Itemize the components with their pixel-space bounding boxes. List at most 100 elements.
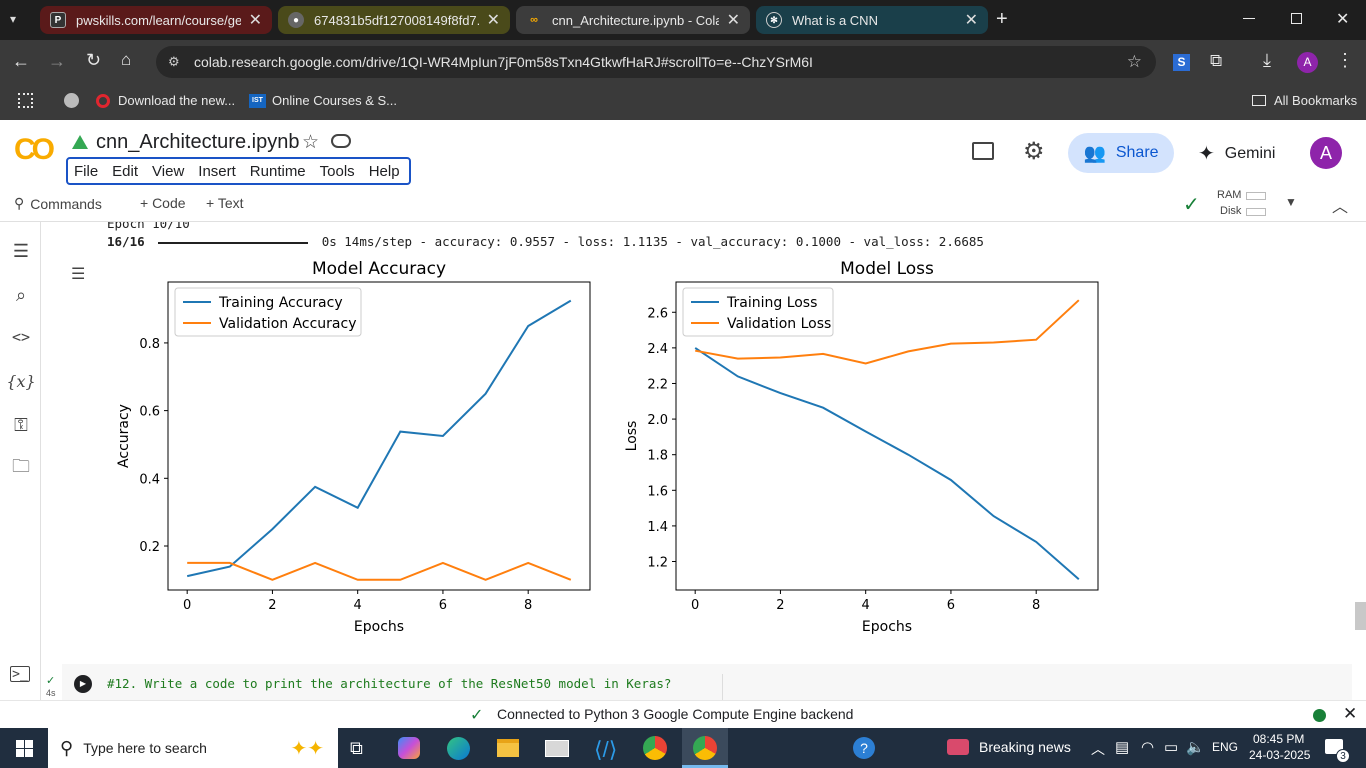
mail-icon[interactable] bbox=[545, 740, 569, 757]
chart-title: Model Loss bbox=[840, 259, 934, 279]
legend-label: Validation Accuracy bbox=[219, 316, 357, 332]
restore-window-icon[interactable] bbox=[1291, 13, 1302, 24]
commands-label: Commands bbox=[30, 195, 102, 212]
share-button[interactable]: 👥 Share bbox=[1068, 133, 1174, 173]
browser-tab-pdf[interactable]: ● 674831b5df127008149f8fd7.pdf ✕ bbox=[278, 6, 510, 34]
variables-icon[interactable]: {x} bbox=[6, 370, 35, 392]
wifi-icon[interactable]: ◠ bbox=[1141, 738, 1154, 756]
openai-favicon: ✻ bbox=[766, 12, 782, 28]
add-code-button[interactable]: + Code bbox=[140, 195, 186, 211]
y-tick-label: 0.6 bbox=[139, 405, 160, 420]
code-snippets-icon[interactable]: <> bbox=[10, 326, 32, 348]
colab-status-bar: ✓ Connected to Python 3 Google Compute E… bbox=[0, 700, 1366, 728]
menu-tools[interactable]: Tools bbox=[320, 163, 355, 180]
file-explorer-icon[interactable] bbox=[497, 739, 519, 757]
resource-monitor[interactable]: RAM Disk bbox=[1216, 188, 1268, 220]
tab-title: What is a CNN bbox=[792, 12, 878, 28]
menu-view[interactable]: View bbox=[152, 163, 184, 180]
extension-s-icon[interactable]: S bbox=[1173, 54, 1190, 71]
close-status-icon[interactable]: ✕ bbox=[1343, 704, 1357, 724]
tab-search-icon[interactable]: ▾ bbox=[10, 12, 26, 28]
colab-command-bar: ⚲ Commands + Code + Text ✓ RAM Disk ▼ ︿ bbox=[0, 186, 1366, 222]
language-indicator[interactable]: ENG bbox=[1212, 740, 1238, 754]
next-code-cell[interactable]: ▶ #12. Write a code to print the archite… bbox=[62, 664, 1352, 700]
table-of-contents-icon[interactable]: ☰ bbox=[10, 240, 32, 262]
menu-help[interactable]: Help bbox=[369, 163, 400, 180]
run-cell-button[interactable]: ▶ bbox=[74, 675, 92, 693]
output-toggle-icon[interactable]: ☰ bbox=[71, 264, 85, 284]
browser-tab-cnn[interactable]: ✻ What is a CNN ✕ bbox=[756, 6, 988, 34]
new-tab-icon[interactable]: + bbox=[996, 8, 1016, 30]
close-window-icon[interactable]: ✕ bbox=[1336, 9, 1349, 29]
find-replace-icon[interactable]: ⌕ bbox=[10, 284, 32, 306]
download-icon[interactable]: ⤓ bbox=[1263, 50, 1271, 71]
browser-tab-colab[interactable]: ∞ cnn_Architecture.ipynb - Colab ✕ bbox=[516, 6, 750, 34]
taskbar-search-box[interactable]: ⚲ Type here to search ✦✦ bbox=[48, 728, 338, 768]
help-icon[interactable]: ? bbox=[853, 737, 875, 759]
tab-close-icon[interactable]: ✕ bbox=[965, 10, 978, 30]
chrome-active-icon[interactable] bbox=[682, 728, 728, 768]
star-notebook-icon[interactable]: ☆ bbox=[302, 131, 319, 154]
bookmarks-bar: Download the new... IST Online Courses &… bbox=[0, 84, 1366, 120]
minimize-window-icon[interactable] bbox=[1243, 18, 1255, 19]
clock-date[interactable]: 24-03-2025 bbox=[1249, 748, 1310, 762]
colab-logo[interactable]: CO bbox=[14, 133, 55, 167]
copilot-icon[interactable] bbox=[398, 737, 420, 759]
all-bookmarks[interactable]: All Bookmarks bbox=[1252, 93, 1357, 108]
epoch-line: Epoch 10/10 bbox=[107, 222, 190, 231]
bookmark-online-courses[interactable]: IST Online Courses & S... bbox=[249, 93, 397, 108]
search-icon: ⚲ bbox=[60, 737, 74, 758]
menu-runtime[interactable]: Runtime bbox=[250, 163, 306, 180]
collapse-header-icon[interactable]: ︿ bbox=[1332, 193, 1348, 217]
scrollbar-thumb[interactable] bbox=[1355, 602, 1366, 630]
runtime-dropdown-icon[interactable]: ▼ bbox=[1285, 195, 1297, 209]
windows-start-icon[interactable] bbox=[16, 740, 33, 757]
clock-time[interactable]: 08:45 PM bbox=[1253, 732, 1304, 746]
people-icon: 👥 bbox=[1083, 142, 1106, 163]
comments-icon[interactable] bbox=[972, 142, 994, 160]
address-bar[interactable]: ⚙ colab.research.google.com/drive/1QI-WR… bbox=[156, 46, 1156, 78]
extensions-puzzle-icon[interactable]: ⧉ bbox=[1210, 51, 1222, 71]
tray-network-icon[interactable]: ▤ bbox=[1115, 738, 1129, 756]
tab-close-icon[interactable]: ✕ bbox=[487, 10, 500, 30]
back-icon[interactable]: ← bbox=[12, 51, 30, 72]
gemini-button[interactable]: ✦ Gemini bbox=[1198, 141, 1275, 166]
menu-insert[interactable]: Insert bbox=[198, 163, 236, 180]
tab-close-icon[interactable]: ✕ bbox=[249, 10, 262, 30]
menu-edit[interactable]: Edit bbox=[112, 163, 138, 180]
globe-bookmark-icon[interactable] bbox=[64, 93, 79, 108]
menu-file[interactable]: File bbox=[74, 163, 98, 180]
terminal-icon[interactable]: >_ bbox=[10, 666, 30, 682]
secrets-key-icon[interactable]: ⚿ bbox=[10, 414, 32, 436]
browser-tab-pwskills[interactable]: P pwskills.com/learn/course/gena ✕ bbox=[40, 6, 272, 34]
vscode-icon[interactable]: ⟨/⟩ bbox=[594, 737, 617, 763]
tray-chevron-icon[interactable]: ︿ bbox=[1091, 739, 1105, 759]
settings-gear-icon[interactable]: ⚙ bbox=[1023, 137, 1045, 166]
tab-close-icon[interactable]: ✕ bbox=[727, 10, 740, 30]
news-widget[interactable]: Breaking news bbox=[947, 739, 1071, 755]
browser-menu-icon[interactable]: ⋮ bbox=[1336, 50, 1354, 71]
browser-profile-avatar[interactable]: A bbox=[1297, 52, 1318, 73]
commands-button[interactable]: ⚲ Commands bbox=[14, 195, 102, 212]
add-text-button[interactable]: + Text bbox=[206, 195, 244, 211]
legend-label: Validation Loss bbox=[727, 316, 831, 332]
y-tick-label: 0.2 bbox=[139, 540, 160, 555]
task-view-icon[interactable]: ⧉ bbox=[350, 738, 363, 759]
home-icon[interactable]: ⌂ bbox=[121, 50, 131, 70]
battery-icon[interactable]: ▭ bbox=[1164, 738, 1178, 756]
site-info-icon[interactable]: ⚙ bbox=[168, 54, 180, 70]
chrome-icon[interactable] bbox=[643, 736, 667, 760]
volume-icon[interactable]: 🔈 bbox=[1186, 738, 1205, 756]
forward-icon[interactable]: → bbox=[48, 51, 66, 72]
files-folder-icon[interactable]: 🗀 bbox=[10, 456, 32, 480]
connected-check-icon: ✓ bbox=[1183, 194, 1200, 216]
y-tick-label: 2.4 bbox=[647, 342, 668, 357]
apps-grid-icon[interactable] bbox=[18, 93, 33, 108]
user-avatar[interactable]: A bbox=[1310, 137, 1342, 169]
bookmark-star-icon[interactable]: ☆ bbox=[1127, 52, 1142, 72]
reload-icon[interactable]: ↻ bbox=[86, 50, 101, 71]
edge-icon[interactable] bbox=[447, 737, 470, 760]
google-drive-icon bbox=[72, 135, 88, 149]
bookmark-download-new[interactable]: Download the new... bbox=[96, 93, 235, 108]
notebook-title[interactable]: cnn_Architecture.ipynb bbox=[96, 131, 299, 154]
